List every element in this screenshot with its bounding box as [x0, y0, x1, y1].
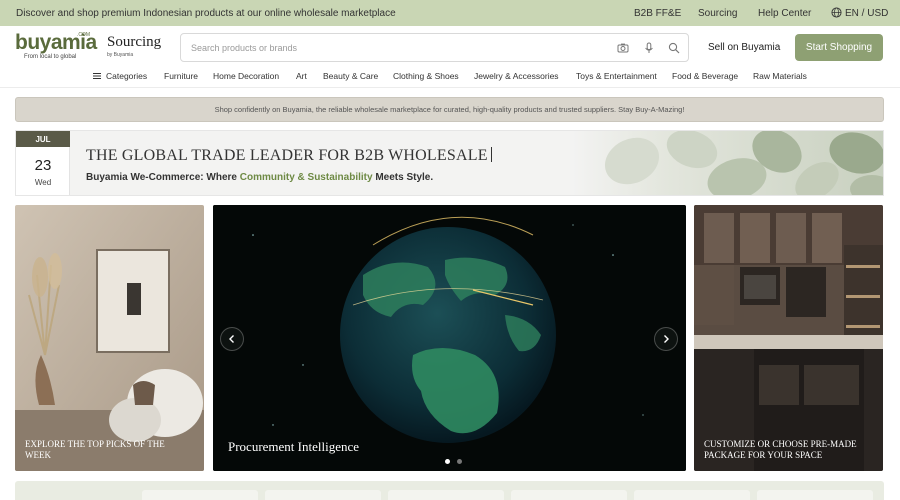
nav-home-decoration[interactable]: Home Decoration	[213, 71, 279, 81]
category-card[interactable]	[388, 490, 504, 500]
buyamia-logo[interactable]: buyamia .COM From local to global	[15, 31, 97, 65]
promo-text: Discover and shop premium Indonesian pro…	[16, 8, 396, 19]
carousel-next-button[interactable]	[654, 327, 678, 351]
calendar-weekday: Wed	[34, 178, 52, 187]
search-input[interactable]	[191, 40, 611, 56]
chevron-left-icon	[229, 335, 234, 343]
calendar-day: 23	[34, 157, 52, 174]
kitchen-image	[694, 205, 883, 471]
start-shopping-button[interactable]: Start Shopping	[795, 34, 883, 61]
subline-accent: Community & Sustainability	[239, 172, 373, 183]
nav-jewelry-accessories[interactable]: Jewelry & Accessories	[474, 71, 559, 81]
category-card[interactable]	[511, 490, 627, 500]
nav-clothing-shoes[interactable]: Clothing & Shoes	[393, 71, 459, 81]
subline-prefix: Buyamia We-Commerce: Where	[86, 172, 240, 183]
nav-art[interactable]: Art	[296, 71, 307, 81]
menu-icon[interactable]	[93, 73, 101, 79]
category-card[interactable]	[634, 490, 750, 500]
carousel-dot-2[interactable]	[457, 459, 462, 464]
procurement-caption: Procurement Intelligence	[228, 439, 360, 454]
top-picks-panel[interactable]: EXPLORE THE TOP PICKS OF THE WEEK	[15, 205, 204, 471]
header-divider	[0, 87, 900, 88]
date-calendar: JUL 23 Wed	[16, 131, 70, 195]
category-card[interactable]	[757, 490, 873, 500]
language-currency-selector[interactable]: EN / USD	[845, 8, 888, 19]
subline-suffix: Meets Style.	[372, 172, 434, 183]
search-icon[interactable]	[668, 42, 680, 54]
globe-icon[interactable]	[831, 7, 842, 18]
globe-network-image	[213, 205, 686, 471]
custom-package-caption: CUSTOMIZE OR CHOOSE PRE-MADE PACKAGE FOR…	[704, 439, 857, 460]
leaves-background-image	[572, 131, 883, 195]
custom-package-panel[interactable]: CUSTOMIZE OR CHOOSE PRE-MADE PACKAGE FOR…	[694, 205, 883, 471]
link-sourcing[interactable]: Sourcing	[698, 8, 737, 19]
calendar-month: JUL	[16, 131, 70, 147]
link-b2b-ffe[interactable]: B2B FF&E	[634, 8, 681, 19]
nav-beauty-care[interactable]: Beauty & Care	[323, 71, 378, 81]
top-banner: Discover and shop premium Indonesian pro…	[0, 0, 900, 26]
camera-icon[interactable]	[617, 42, 629, 54]
nav-furniture[interactable]: Furniture	[164, 71, 198, 81]
sourcing-subtitle: by Buyamia	[107, 52, 134, 58]
logo-com: .COM	[77, 32, 91, 38]
category-card[interactable]	[142, 490, 258, 500]
link-help-center[interactable]: Help Center	[758, 8, 811, 19]
nav-categories[interactable]: Categories	[106, 71, 147, 81]
hero-subline: Buyamia We-Commerce: Where Community & S…	[86, 172, 433, 183]
sourcing-logo[interactable]: Sourcing by Buyamia	[107, 34, 161, 58]
trust-notice-banner: Shop confidently on Buyamia, the reliabl…	[15, 97, 884, 122]
nav-raw-materials[interactable]: Raw Materials	[753, 71, 807, 81]
microphone-icon[interactable]	[643, 42, 655, 54]
search-bar	[180, 33, 689, 62]
typing-cursor	[490, 147, 492, 162]
interior-room-image	[15, 205, 204, 471]
chevron-right-icon	[664, 335, 669, 343]
hero-title-strip: JUL 23 Wed THE GLOBAL TRADE LEADER FOR B…	[15, 130, 884, 196]
sourcing-title: Sourcing	[107, 34, 162, 50]
carousel-prev-button[interactable]	[220, 327, 244, 351]
hero-headline-text: THE GLOBAL TRADE LEADER FOR B2B WHOLESAL…	[86, 147, 488, 164]
nav-toys-entertainment[interactable]: Toys & Entertainment	[576, 71, 657, 81]
sell-on-buyamia-link[interactable]: Sell on Buyamia	[708, 42, 780, 53]
logo-tagline: From local to global	[24, 54, 77, 60]
category-card[interactable]	[265, 490, 381, 500]
procurement-carousel[interactable]: Procurement Intelligence	[213, 205, 686, 471]
category-nav: Categories Furniture Home Decoration Art…	[0, 68, 900, 86]
notice-text: Shop confidently on Buyamia, the reliabl…	[214, 105, 685, 114]
top-picks-caption: EXPLORE THE TOP PICKS OF THE WEEK	[25, 439, 165, 460]
hero-headline: THE GLOBAL TRADE LEADER FOR B2B WHOLESAL…	[86, 147, 492, 165]
carousel-dot-1[interactable]	[445, 459, 450, 464]
nav-food-beverage[interactable]: Food & Beverage	[672, 71, 738, 81]
category-cards-strip	[15, 481, 884, 500]
